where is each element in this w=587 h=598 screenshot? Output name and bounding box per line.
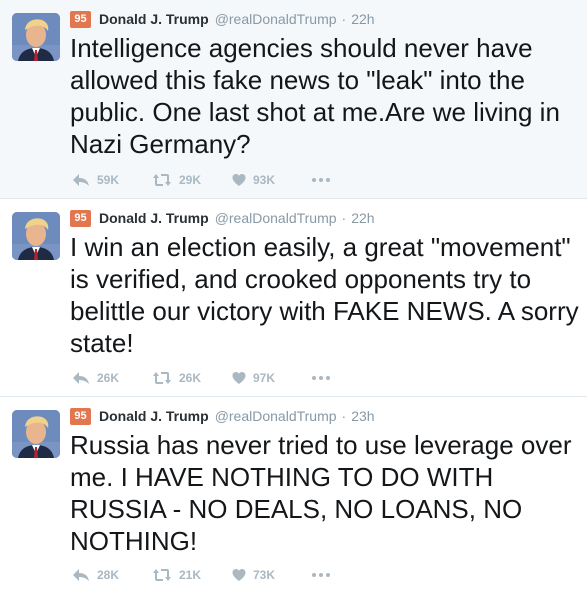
tweet-header: 95 Donald J. Trump @realDonaldTrump · 22… [70,8,375,30]
tweet-header: 95 Donald J. Trump @realDonaldTrump · 23… [70,405,375,427]
rank-badge: 95 [70,209,91,227]
retweet-button[interactable]: 29K [152,173,232,187]
retweet-count: 26K [179,371,202,385]
separator-dot: · [341,210,347,226]
reply-count: 59K [97,173,120,187]
separator-dot: · [341,11,347,27]
author-name[interactable]: Donald J. Trump [99,11,209,27]
retweet-button[interactable]: 26K [152,371,232,385]
avatar-portrait-icon [12,13,60,61]
heart-icon [232,569,246,581]
author-handle[interactable]: @realDonaldTrump [215,408,337,424]
avatar-portrait-icon [12,212,60,260]
avatar[interactable] [12,212,60,260]
tweet-text: Russia has never tried to use leverage o… [70,430,572,556]
tweet-actions: 59K 29K 93K [72,170,330,190]
reply-button[interactable]: 28K [72,568,152,582]
tweet-time[interactable]: 22h [351,210,374,226]
retweet-icon [153,174,171,186]
more-options-icon[interactable] [312,573,330,577]
like-button[interactable]: 97K [232,371,312,385]
tweet-actions: 28K 21K 73K [72,565,330,585]
tweet-time[interactable]: 22h [351,11,374,27]
like-button[interactable]: 73K [232,568,312,582]
like-count: 97K [253,371,276,385]
heart-icon [232,372,246,384]
avatar[interactable] [12,410,60,458]
rank-badge: 95 [70,10,91,28]
more-options-icon[interactable] [312,376,330,380]
tweet[interactable]: 95 Donald J. Trump @realDonaldTrump · 22… [0,198,587,396]
retweet-count: 21K [179,568,202,582]
author-handle[interactable]: @realDonaldTrump [215,210,337,226]
reply-icon [73,569,89,581]
rank-badge: 95 [70,407,91,425]
tweet-text: Intelligence agencies should never have … [70,33,560,159]
heart-icon [232,174,246,186]
reply-button[interactable]: 26K [72,371,152,385]
author-name[interactable]: Donald J. Trump [99,210,209,226]
tweet-header: 95 Donald J. Trump @realDonaldTrump · 22… [70,207,375,229]
tweet[interactable]: 95 Donald J. Trump @realDonaldTrump · 23… [0,396,587,598]
retweet-count: 29K [179,173,202,187]
separator-dot: · [341,408,347,424]
retweet-button[interactable]: 21K [152,568,232,582]
like-count: 93K [253,173,276,187]
author-name[interactable]: Donald J. Trump [99,408,209,424]
reply-count: 26K [97,371,120,385]
reply-button[interactable]: 59K [72,173,152,187]
reply-icon [73,372,89,384]
tweet-text: I win an election easily, a great "movem… [70,232,579,358]
more-options-icon[interactable] [312,178,330,182]
like-count: 73K [253,568,276,582]
like-button[interactable]: 93K [232,173,312,187]
avatar[interactable] [12,13,60,61]
retweet-icon [153,569,171,581]
avatar-portrait-icon [12,410,60,458]
tweet-feed: 95 Donald J. Trump @realDonaldTrump · 22… [0,0,587,598]
retweet-icon [153,372,171,384]
author-handle[interactable]: @realDonaldTrump [215,11,337,27]
tweet[interactable]: 95 Donald J. Trump @realDonaldTrump · 22… [0,0,587,198]
reply-count: 28K [97,568,120,582]
reply-icon [73,174,89,186]
tweet-actions: 26K 26K 97K [72,368,330,388]
tweet-time[interactable]: 23h [351,408,374,424]
